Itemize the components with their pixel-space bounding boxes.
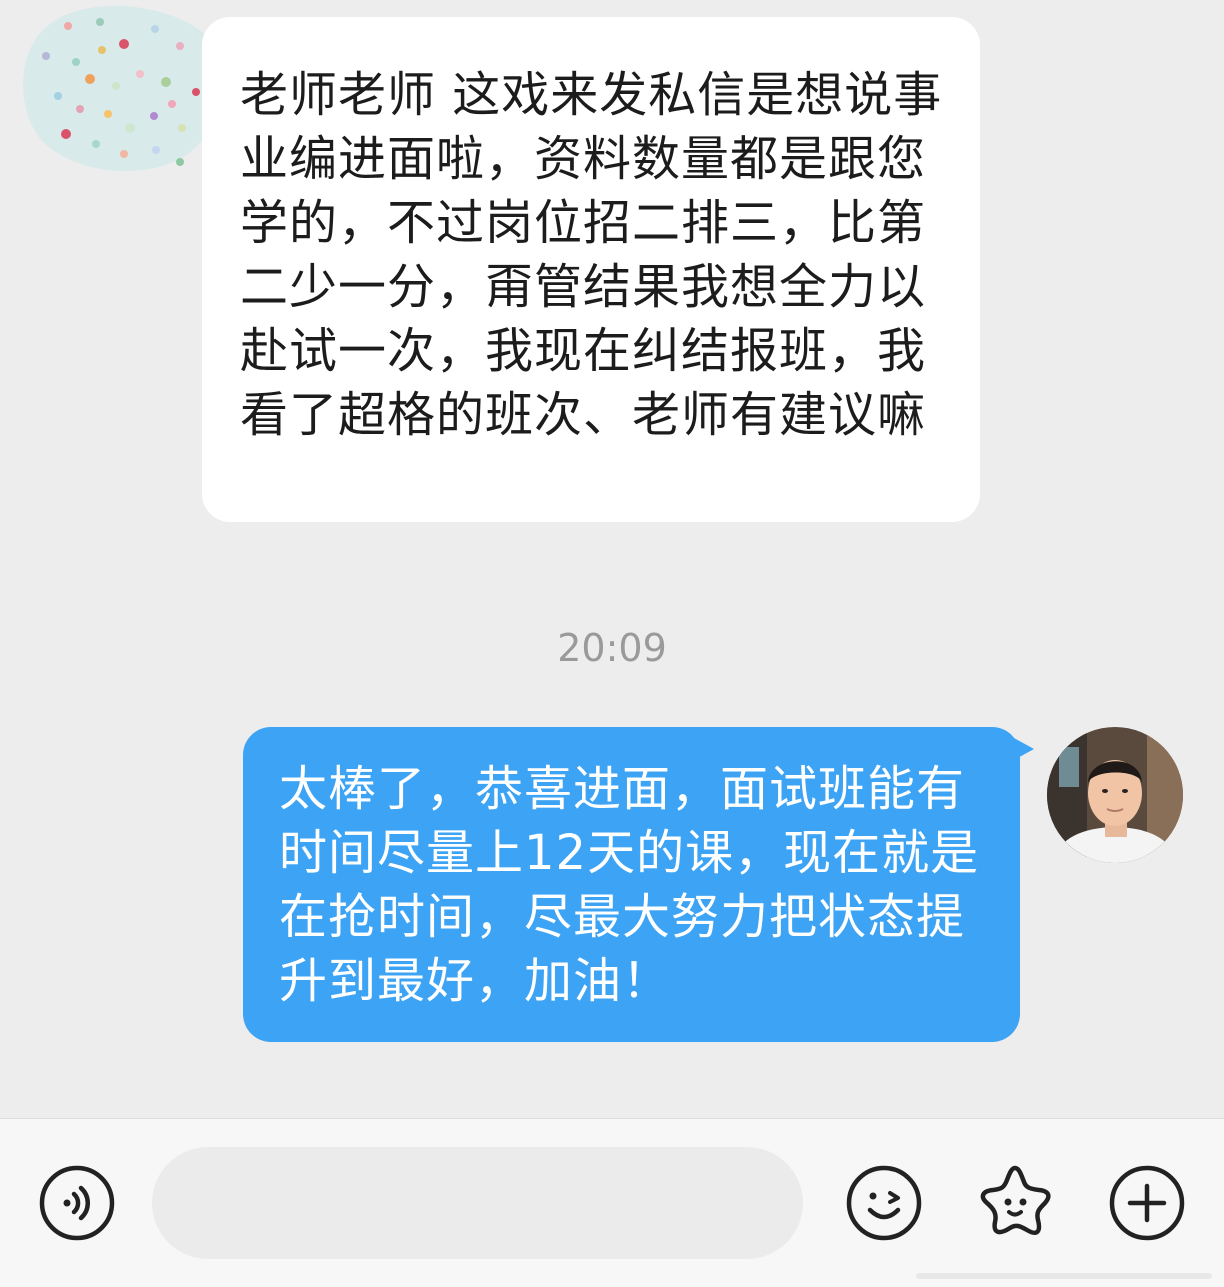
message-timestamp: 20:09 xyxy=(557,626,667,670)
plus-icon[interactable] xyxy=(1108,1164,1186,1242)
favorite-sticker-icon[interactable] xyxy=(975,1162,1053,1240)
voice-icon[interactable] xyxy=(38,1164,116,1242)
my-avatar[interactable] xyxy=(1047,727,1183,863)
outgoing-bubble-tail xyxy=(1012,737,1034,761)
input-bar xyxy=(0,1118,1224,1287)
incoming-message-bubble[interactable]: 老师老师 这戏来发私信是想说事业编进面啦，资料数量都是跟您学的，不过岗位招二排三… xyxy=(202,17,980,522)
chat-area[interactable]: 老师老师 这戏来发私信是想说事业编进面啦，资料数量都是跟您学的，不过岗位招二排三… xyxy=(0,0,1224,1118)
outgoing-message-text: 太棒了，恭喜进面，面试班能有时间尽量上12天的课，现在就是在抢时间，尽最大努力把… xyxy=(279,761,980,1009)
user-photo-avatar xyxy=(1047,727,1183,863)
dotted-avatar-image xyxy=(23,5,223,172)
outgoing-message-bubble[interactable]: 太棒了，恭喜进面，面试班能有时间尽量上12天的课，现在就是在抢时间，尽最大努力把… xyxy=(243,727,1020,1042)
emoji-icon[interactable] xyxy=(845,1164,923,1242)
incoming-message-text: 老师老师 这戏来发私信是想说事业编进面啦，资料数量都是跟您学的，不过岗位招二排三… xyxy=(240,67,943,443)
sender-avatar[interactable] xyxy=(20,4,224,174)
message-input[interactable] xyxy=(152,1147,803,1259)
watermark-bar xyxy=(916,1271,1212,1281)
